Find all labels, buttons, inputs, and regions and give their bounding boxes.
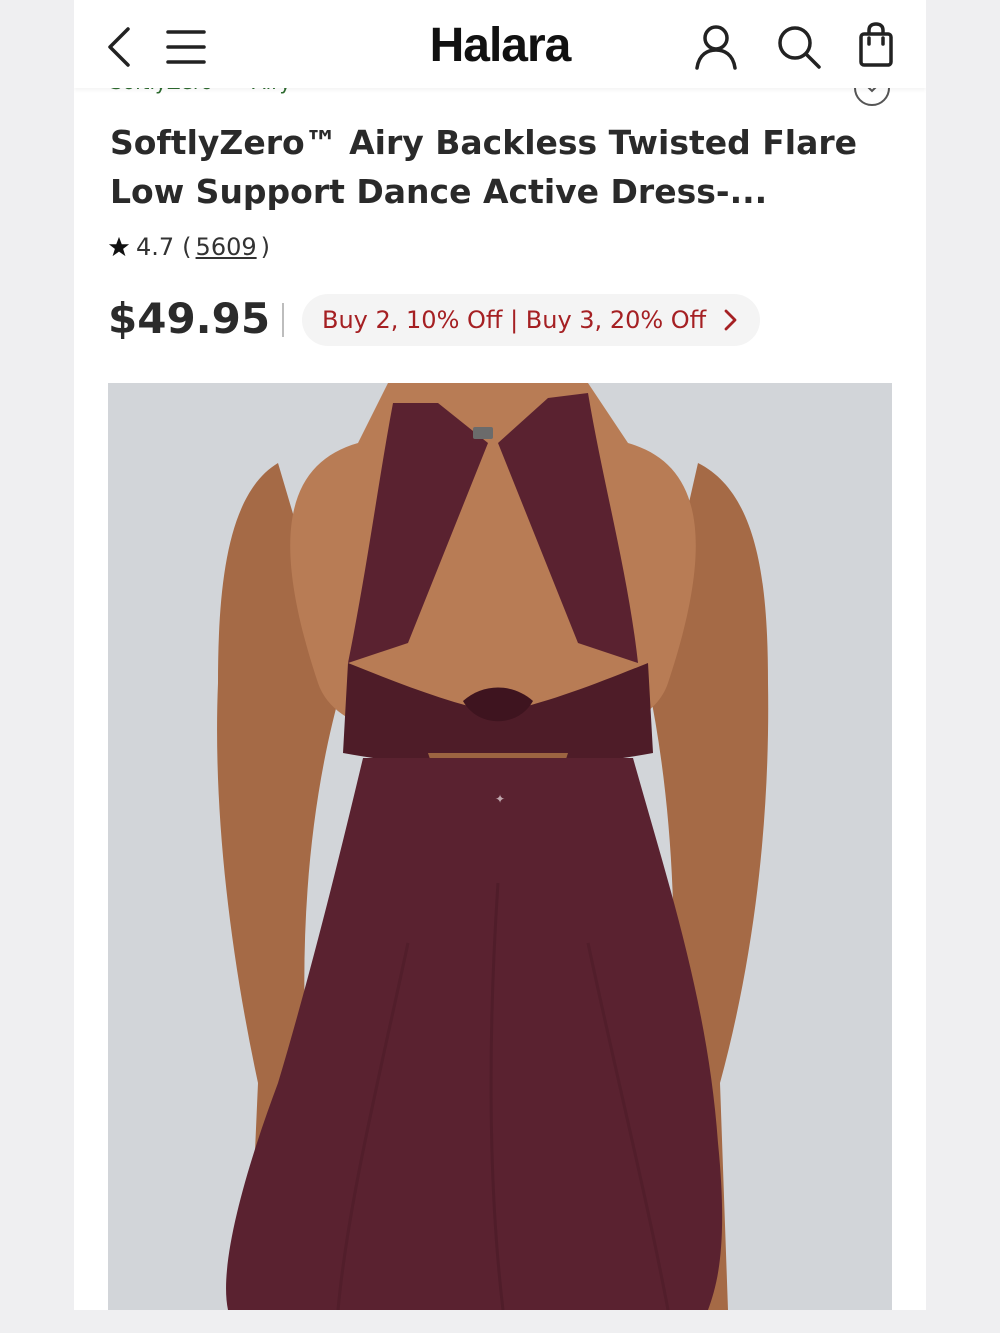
- star-icon: [108, 236, 130, 257]
- product-image[interactable]: ✦: [108, 383, 892, 1310]
- product-page: Halara SoftlyZero™ · Airy SoftlyZero™ Ai…: [74, 0, 926, 1310]
- promo-banner[interactable]: Buy 2, 10% Off | Buy 3, 20% Off: [302, 294, 760, 346]
- bag-icon[interactable]: [858, 22, 894, 68]
- dress-logo-mark: ✦: [495, 792, 505, 806]
- strap-clasp: [473, 427, 493, 439]
- chevron-right-icon: [724, 309, 737, 331]
- rating-open-paren: (: [182, 233, 192, 261]
- price-divider: [282, 303, 284, 337]
- top-navigation-bar: Halara: [74, 0, 926, 88]
- account-icon[interactable]: [694, 24, 738, 70]
- search-icon[interactable]: [776, 24, 822, 70]
- product-title: SoftlyZero™ Airy Backless Twisted Flare …: [110, 123, 858, 211]
- promo-text: Buy 2, 10% Off | Buy 3, 20% Off: [322, 306, 707, 334]
- rating-score: 4.7: [136, 233, 175, 261]
- product-price: $49.95: [108, 294, 271, 343]
- product-rating[interactable]: 4.7 ( 5609 ): [108, 233, 270, 261]
- rating-close-paren: ): [260, 233, 270, 261]
- review-count-link[interactable]: 5609: [196, 233, 257, 261]
